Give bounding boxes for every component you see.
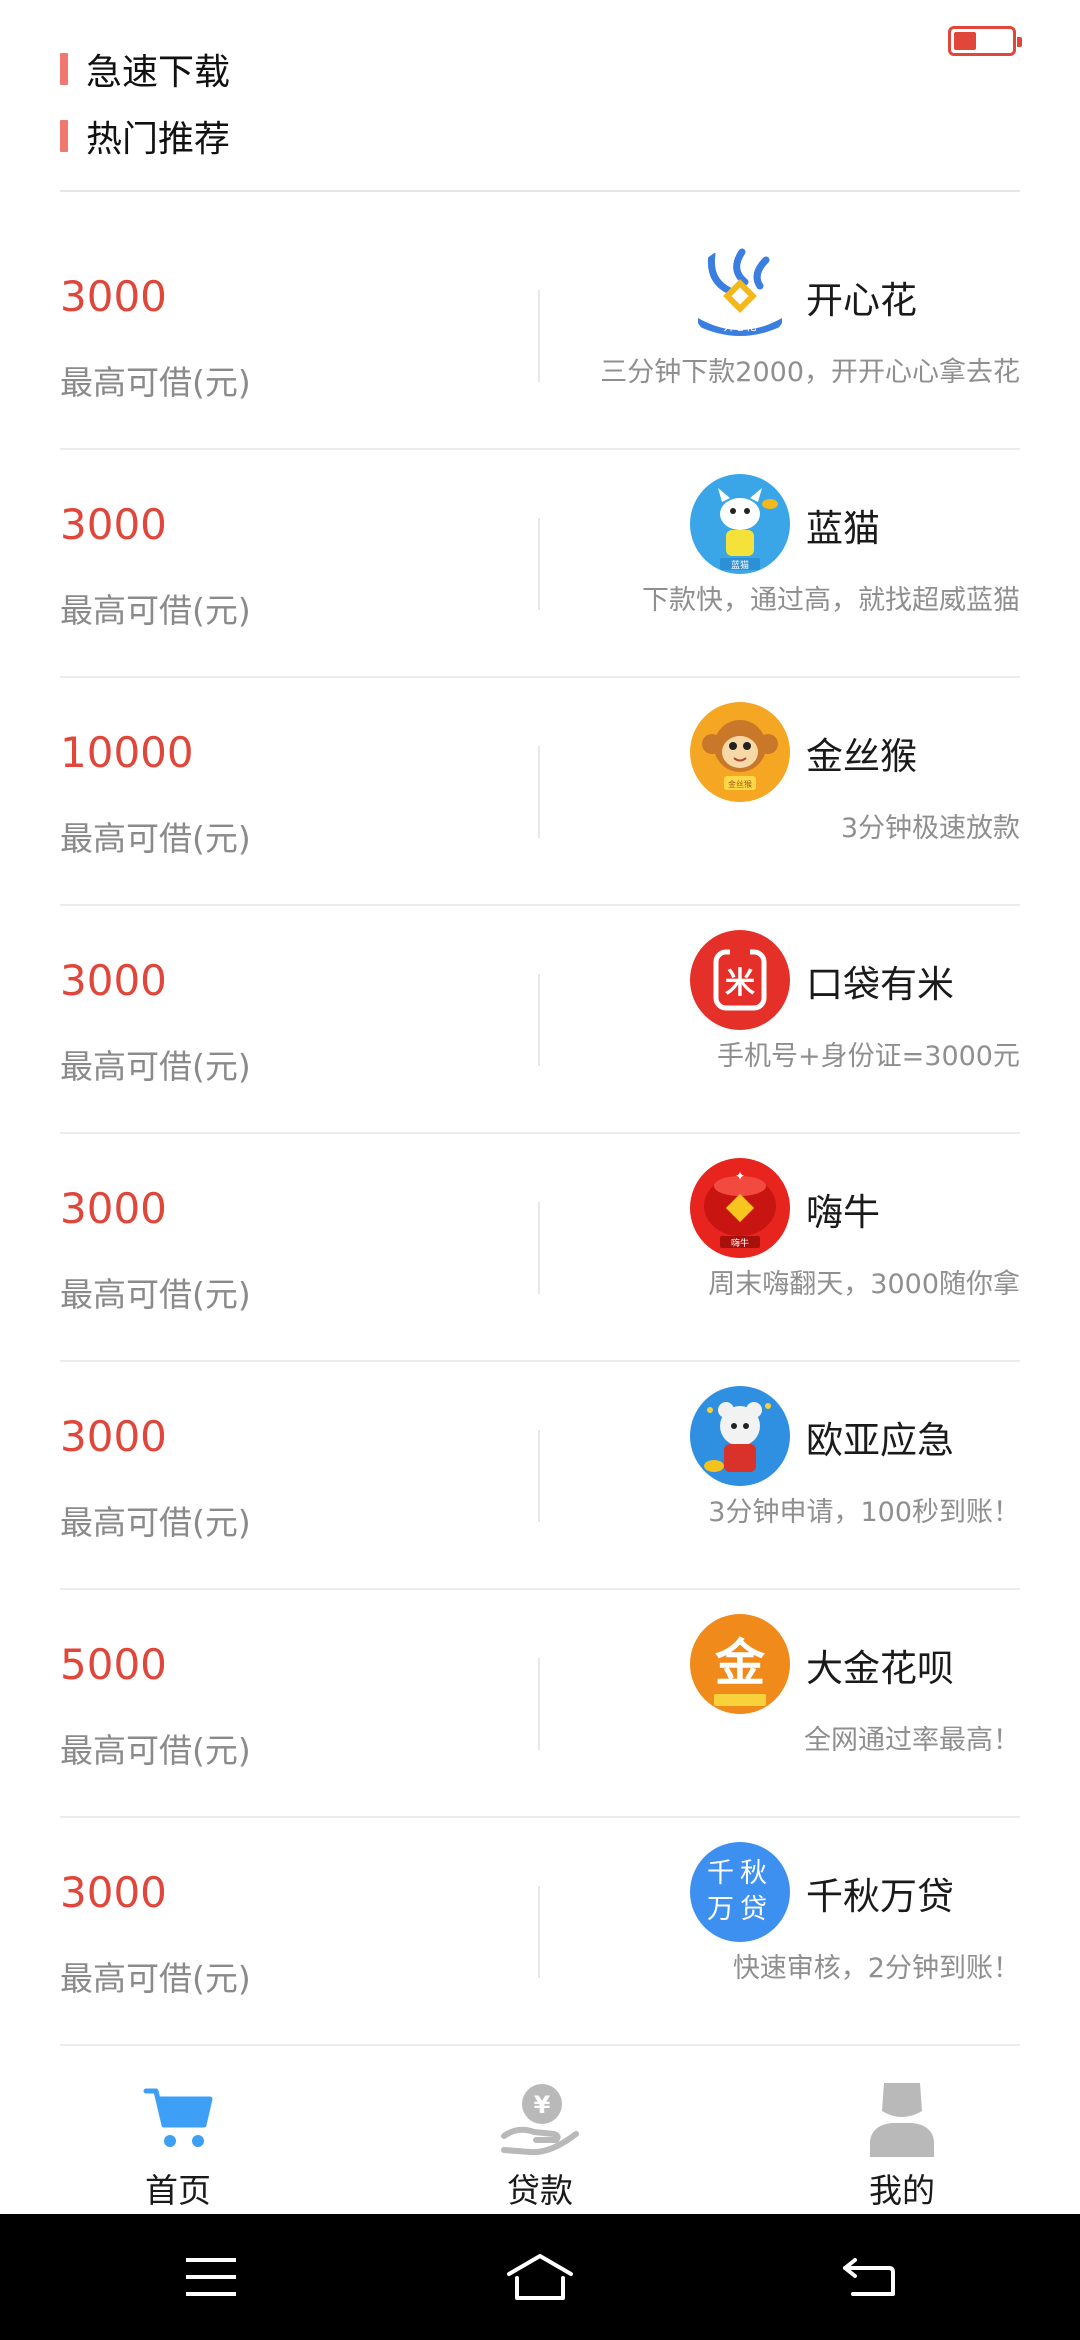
hainiu-logo-icon: ✦ 嗨牛 [690,1158,790,1258]
max-amount: 5000 [60,1640,167,1689]
product-row-hainiu[interactable]: 3000 最高可借(元) ✦ 嗨牛 嗨牛 周末嗨翻天，3000随你拿 [60,1134,1020,1362]
product-desc: 手机号+身份证=3000元 [717,1041,1020,1072]
qianqiuwandai-logo-icon: 千秋万贷 [690,1842,790,1942]
divider [538,1886,540,1978]
kaixinhua-logo-icon: 开心花 [690,246,790,346]
divider [538,974,540,1066]
divider [538,290,540,382]
svg-text:蓝猫: 蓝猫 [731,559,749,571]
divider [538,1202,540,1294]
user-profile-icon [862,2078,942,2158]
product-desc: 3分钟申请，100秒到账！ [708,1497,1020,1528]
max-amount-label: 最高可借(元) [60,363,251,402]
svg-text:✦: ✦ [735,1169,745,1183]
max-amount: 3000 [60,272,167,321]
product-info: 开心花 开心花 三分钟下款2000，开开心心拿去花 [580,242,1020,422]
product-desc: 3分钟极速放款 [840,813,1020,844]
ouyayingji-logo-icon [690,1386,790,1486]
max-amount: 10000 [60,728,194,777]
max-amount-label: 最高可借(元) [60,1275,251,1314]
section-marker [60,120,68,152]
divider [538,1430,540,1522]
product-name: 欧亚应急 [806,1419,954,1462]
product-row-jinsihou[interactable]: 10000 最高可借(元) 金丝猴 金丝猴 3分钟极速放款 [60,678,1020,906]
divider [60,190,1020,192]
battery-low-icon [948,26,1022,56]
product-name: 蓝猫 [806,507,880,550]
svg-text:嗨牛: 嗨牛 [731,1237,749,1249]
back-icon[interactable] [834,2242,904,2312]
svg-text:金: 金 [715,1634,766,1692]
product-row-koudaiyoumi[interactable]: 3000 最高可借(元) 米 口袋有米 手机号+身份证=3000元 [60,906,1020,1134]
home-icon[interactable] [505,2242,575,2312]
section-title-download-text: 急速下载 [86,52,231,93]
product-name: 大金花呗 [806,1647,954,1690]
product-desc: 三分钟下款2000，开开心心拿去花 [600,357,1020,388]
max-amount: 3000 [60,1184,167,1233]
tab-home[interactable]: 首页 [98,2078,258,2212]
product-info: 金丝猴 金丝猴 3分钟极速放款 [580,698,1020,878]
system-navigation-bar [0,2214,1080,2340]
product-desc: 全网通过率最高！ [804,1725,1020,1756]
max-amount-label: 最高可借(元) [60,1959,251,1998]
product-info: 欧亚应急 3分钟申请，100秒到账！ [580,1382,1020,1562]
product-desc: 周末嗨翻天，3000随你拿 [708,1269,1020,1300]
product-desc: 快速审核，2分钟到账！ [732,1953,1020,1984]
divider [538,1658,540,1750]
product-desc: 下款快，通过高，就找超威蓝猫 [642,585,1020,616]
section-title-hot: 热门推荐 [60,111,230,161]
product-name: 千秋万贷 [806,1875,954,1918]
product-name: 嗨牛 [806,1191,880,1234]
product-list: 3000 最高可借(元) 开心花 开心花 三分钟下款2000，开开心心拿去花 3… [60,222,1020,2046]
shopping-cart-icon [138,2078,218,2158]
product-row-ouyayingji[interactable]: 3000 最高可借(元) 欧亚应急 3分钟申请，100秒到账！ [60,1362,1020,1590]
product-row-qianqiuwandai[interactable]: 3000 最高可借(元) 千秋万贷 千秋万贷 快速审核，2分钟到账！ [60,1818,1020,2046]
tab-mine[interactable]: 我的 [822,2078,982,2212]
section-title-hot-text: 热门推荐 [86,119,231,160]
tab-mine-label: 我的 [869,2171,935,2210]
svg-text:开心花: 开心花 [724,320,757,333]
product-name: 口袋有米 [806,963,954,1006]
max-amount-label: 最高可借(元) [60,1503,251,1542]
bottom-tab-bar: 首页 ¥ 贷款 我的 [0,2054,1080,2214]
loan-hand-coin-icon: ¥ [500,2078,580,2158]
max-amount-label: 最高可借(元) [60,819,251,858]
max-amount: 3000 [60,500,167,549]
product-row-kaixinhua[interactable]: 3000 最高可借(元) 开心花 开心花 三分钟下款2000，开开心心拿去花 [60,222,1020,450]
tab-home-label: 首页 [145,2171,211,2210]
section-marker [60,53,68,85]
section-title-download: 急速下载 [60,44,230,94]
svg-text:米: 米 [725,966,755,1001]
product-info: 蓝猫 蓝猫 下款快，通过高，就找超威蓝猫 [580,470,1020,650]
koudaiyoumi-logo-icon: 米 [690,930,790,1030]
max-amount-label: 最高可借(元) [60,1731,251,1770]
product-info: 米 口袋有米 手机号+身份证=3000元 [580,926,1020,1106]
dajinhuabei-logo-icon: 金 [690,1614,790,1714]
max-amount: 3000 [60,1868,167,1917]
product-row-dajinhuabei[interactable]: 5000 最高可借(元) 金 大金花呗 全网通过率最高！ [60,1590,1020,1818]
max-amount-label: 最高可借(元) [60,1047,251,1086]
svg-text:金丝猴: 金丝猴 [728,779,752,789]
divider [538,518,540,610]
product-info: 千秋万贷 千秋万贷 快速审核，2分钟到账！ [580,1838,1020,2018]
menu-icon[interactable] [176,2242,246,2312]
tab-loan[interactable]: ¥ 贷款 [460,2078,620,2212]
tab-loan-label: 贷款 [507,2171,573,2210]
max-amount: 3000 [60,956,167,1005]
product-name: 金丝猴 [806,735,917,778]
max-amount: 3000 [60,1412,167,1461]
product-info: 金 大金花呗 全网通过率最高！ [580,1610,1020,1790]
max-amount-label: 最高可借(元) [60,591,251,630]
product-info: ✦ 嗨牛 嗨牛 周末嗨翻天，3000随你拿 [580,1154,1020,1334]
lanmao-logo-icon: 蓝猫 [690,474,790,574]
product-name: 开心花 [806,279,917,322]
product-row-lanmao[interactable]: 3000 最高可借(元) 蓝猫 蓝猫 下款快，通过高，就找超威蓝猫 [60,450,1020,678]
jinsihou-logo-icon: 金丝猴 [690,702,790,802]
svg-text:¥: ¥ [534,2091,551,2119]
divider [538,746,540,838]
